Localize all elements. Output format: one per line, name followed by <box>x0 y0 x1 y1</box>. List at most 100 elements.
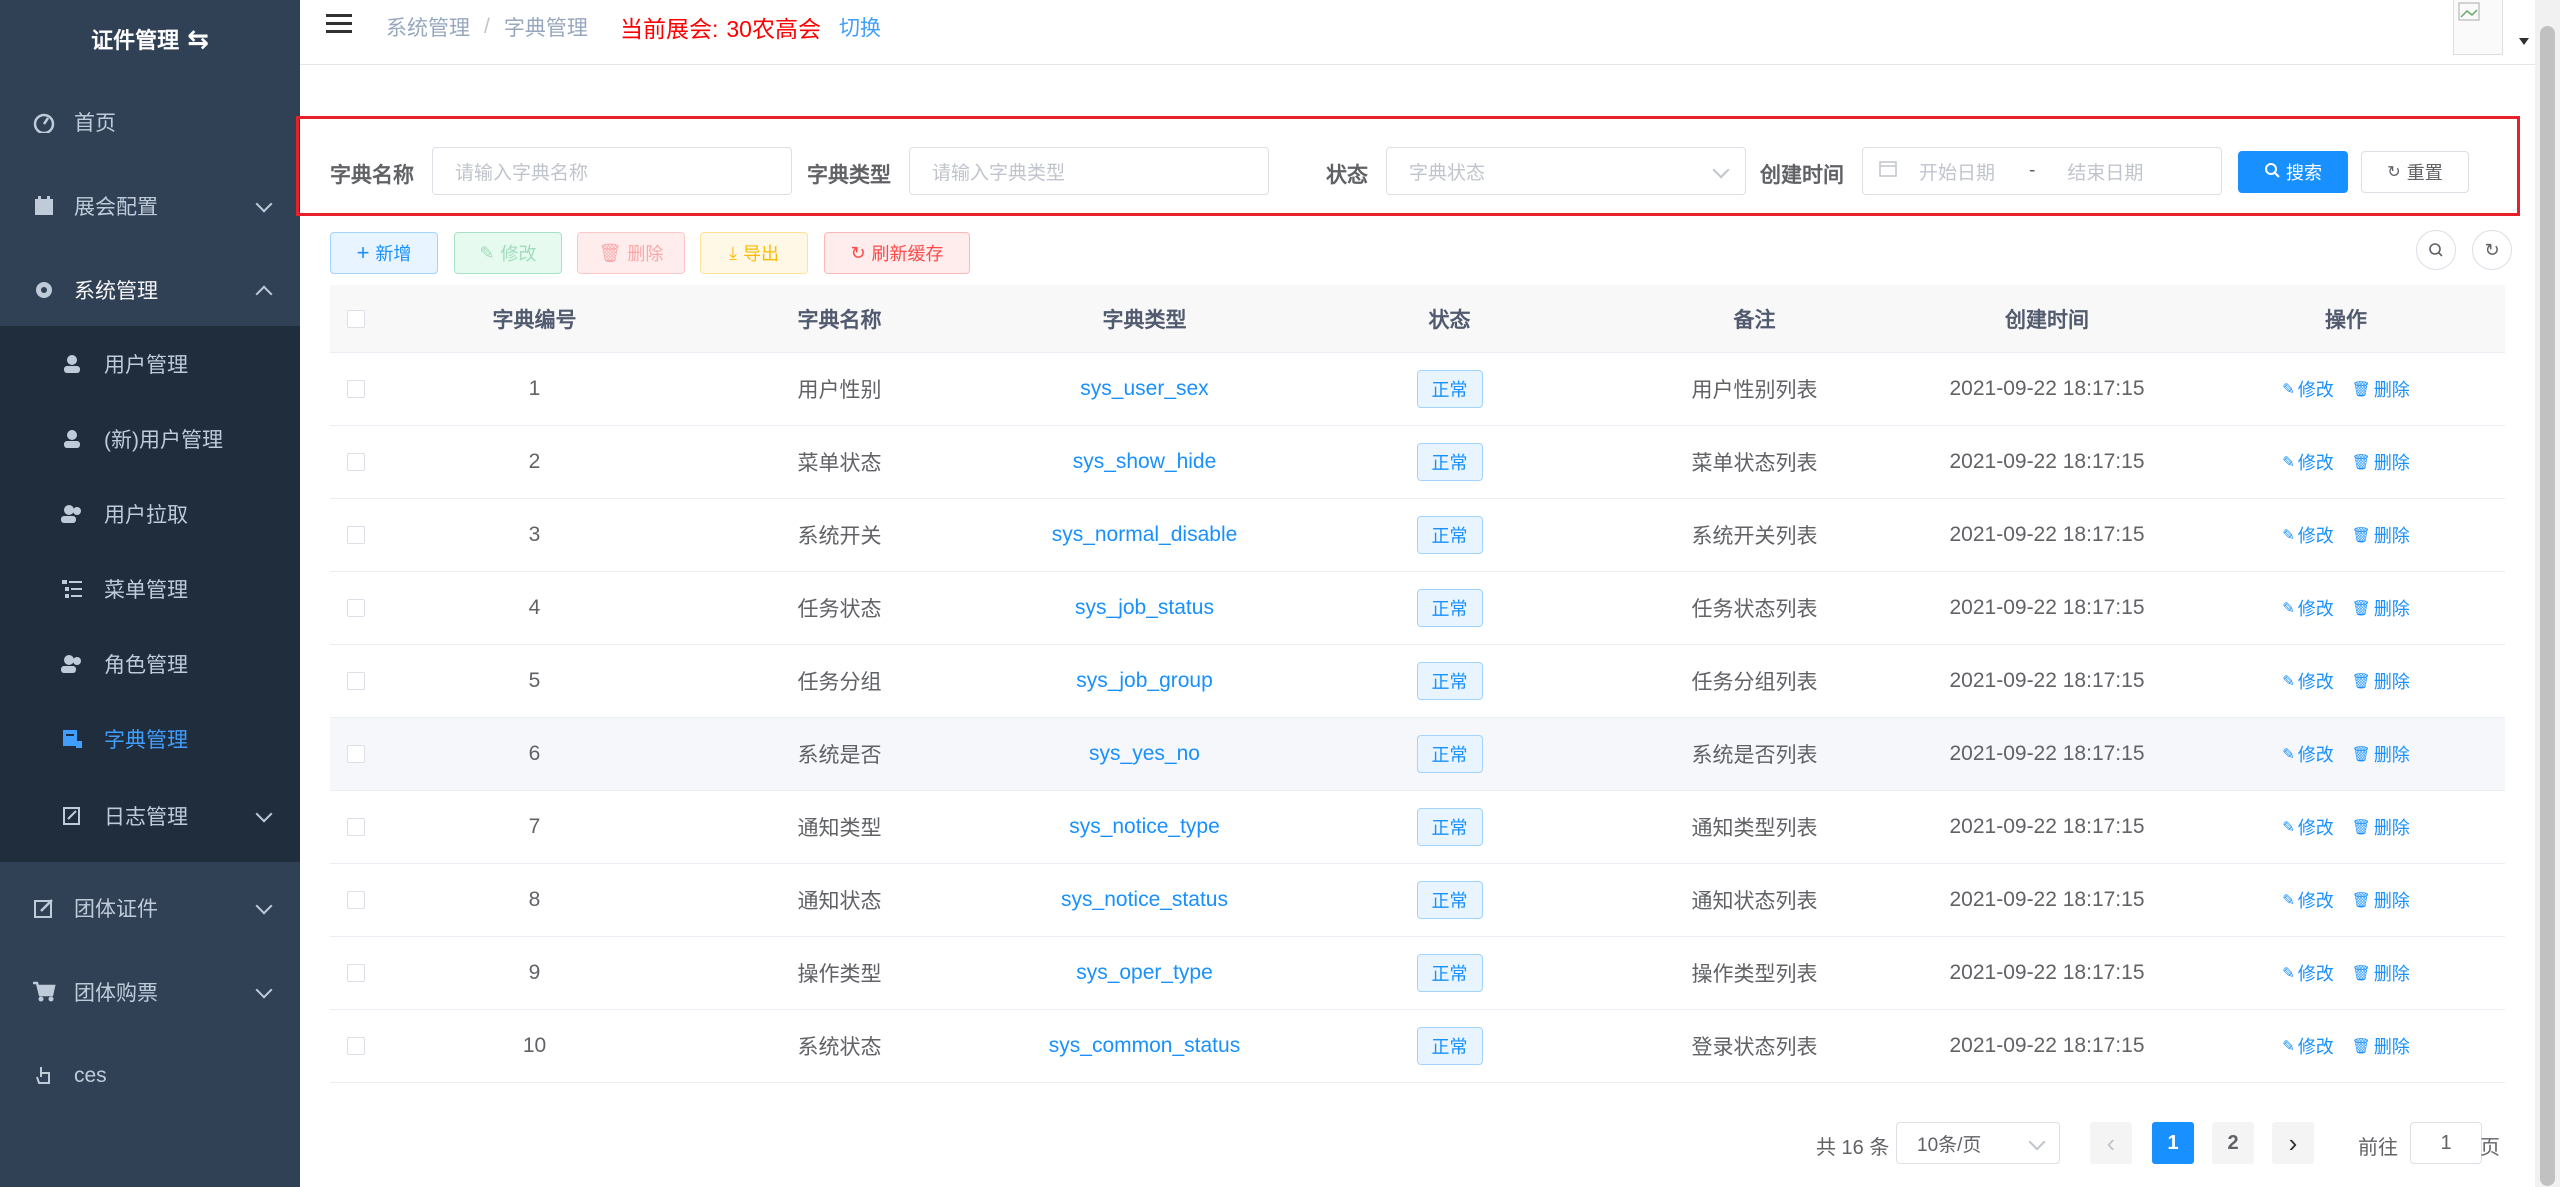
sidebar-item-user-mgmt[interactable]: 用户管理 <box>0 326 300 401</box>
row-edit-button[interactable]: ✎ 修改 <box>2282 887 2334 913</box>
row-delete-button[interactable]: 🗑 删除 <box>2352 814 2410 840</box>
row-checkbox[interactable] <box>347 526 365 544</box>
table-row[interactable]: 1 用户性别 sys_user_sex 正常 用户性别列表 2021-09-22 18:1… <box>330 353 2505 426</box>
dict-type-link[interactable]: sys_notice_status <box>1061 888 1228 912</box>
row-edit-button[interactable]: ✎ 修改 <box>2282 376 2334 402</box>
edit-button[interactable]: ✎ 修改 <box>454 232 562 274</box>
dict-type-link[interactable]: sys_common_status <box>1049 1034 1240 1058</box>
row-actions: ✎ 修改 🗑 删除 <box>2282 960 2410 986</box>
next-page-button[interactable]: › <box>2272 1122 2314 1164</box>
scrollbar-thumb[interactable] <box>2540 26 2555 1186</box>
sidebar-item-menu-mgmt[interactable]: 菜单管理 <box>0 551 300 626</box>
sidebar-title[interactable]: 证件管理 ⇆ <box>0 0 300 78</box>
row-checkbox[interactable] <box>347 745 365 763</box>
row-delete-button[interactable]: 🗑 删除 <box>2352 887 2410 913</box>
date-range-picker[interactable]: 开始日期 - 结束日期 <box>1862 147 2222 195</box>
column-header[interactable]: 创建时间 <box>1907 285 2187 352</box>
table-row[interactable]: 9 操作类型 sys_oper_type 正常 操作类型列表 2021-09-22 18:… <box>330 937 2505 1010</box>
table-row[interactable]: 5 任务分组 sys_job_group 正常 任务分组列表 2021-09-22 18:… <box>330 645 2505 718</box>
row-checkbox[interactable] <box>347 818 365 836</box>
refresh-table-button[interactable]: ↻ <box>2472 230 2512 270</box>
dict-type-link[interactable]: sys_show_hide <box>1073 450 1217 474</box>
column-header[interactable]: 字典编号 <box>382 285 687 352</box>
dict-type-link[interactable]: sys_notice_type <box>1069 815 1220 839</box>
prev-page-button[interactable]: ‹ <box>2090 1122 2132 1164</box>
export-button[interactable]: ⤓ 导出 <box>700 232 808 274</box>
row-edit-button[interactable]: ✎ 修改 <box>2282 668 2334 694</box>
dict-name-input[interactable]: 请输入字典名称 <box>432 147 792 195</box>
sidebar-item-group-cert[interactable]: 团体证件 <box>0 866 300 950</box>
column-header[interactable]: 状态 <box>1297 285 1602 352</box>
dict-type-link[interactable]: sys_yes_no <box>1089 742 1200 766</box>
select-all-checkbox[interactable] <box>347 309 365 328</box>
end-date-placeholder[interactable]: 结束日期 <box>2067 158 2143 185</box>
row-edit-button[interactable]: ✎ 修改 <box>2282 814 2334 840</box>
table-row[interactable]: 7 通知类型 sys_notice_type 正常 通知类型列表 2021-09-22 1… <box>330 791 2505 864</box>
sidebar-item-user-pull[interactable]: 用户拉取 <box>0 476 300 551</box>
table-row[interactable]: 10 系统状态 sys_common_status 正常 登录状态列表 2021-09-2… <box>330 1010 2505 1083</box>
row-delete-button[interactable]: 🗑 删除 <box>2352 595 2410 621</box>
dict-type-link[interactable]: sys_oper_type <box>1076 961 1213 985</box>
row-checkbox[interactable] <box>347 672 365 690</box>
table-row[interactable]: 6 系统是否 sys_yes_no 正常 系统是否列表 2021-09-22 18:17:… <box>330 718 2505 791</box>
row-edit-button[interactable]: ✎ 修改 <box>2282 449 2334 475</box>
row-edit-button[interactable]: ✎ 修改 <box>2282 595 2334 621</box>
status-select[interactable]: 字典状态 <box>1386 147 1746 195</box>
dict-type-input[interactable]: 请输入字典类型 <box>909 147 1269 195</box>
reset-button[interactable]: ↻ 重置 <box>2361 151 2469 193</box>
page-size-select[interactable]: 10条/页 <box>1896 1122 2060 1164</box>
column-header[interactable]: 备注 <box>1602 285 1907 352</box>
dict-type-link[interactable]: sys_job_group <box>1076 669 1213 693</box>
row-edit-button[interactable]: ✎ 修改 <box>2282 1033 2334 1059</box>
row-delete-button[interactable]: 🗑 删除 <box>2352 376 2410 402</box>
delete-button[interactable]: 🗑 删除 <box>577 232 685 274</box>
search-button[interactable]: 搜索 <box>2238 151 2348 193</box>
sidebar-item-role-mgmt[interactable]: 角色管理 <box>0 626 300 701</box>
row-checkbox[interactable] <box>347 891 365 909</box>
page-button-2[interactable]: 2 <box>2212 1122 2254 1164</box>
sidebar-item-new-user-mgmt[interactable]: (新)用户管理 <box>0 401 300 476</box>
start-date-placeholder[interactable]: 开始日期 <box>1919 158 2019 185</box>
sidebar-item-dict-mgmt[interactable]: 字典管理 <box>0 701 300 776</box>
table-row[interactable]: 2 菜单状态 sys_show_hide 正常 菜单状态列表 2021-09-22 18:… <box>330 426 2505 499</box>
switch-arrows-icon[interactable]: ⇆ <box>187 24 209 55</box>
hamburger-icon[interactable] <box>326 14 352 38</box>
row-delete-button[interactable]: 🗑 删除 <box>2352 960 2410 986</box>
sidebar-item-home[interactable]: 首页 <box>0 80 300 164</box>
row-delete-button[interactable]: 🗑 删除 <box>2352 449 2410 475</box>
add-button[interactable]: + 新增 <box>330 232 438 274</box>
page-button-1[interactable]: 1 <box>2152 1122 2194 1164</box>
row-checkbox[interactable] <box>347 380 365 398</box>
avatar[interactable] <box>2453 0 2503 55</box>
row-edit-button[interactable]: ✎ 修改 <box>2282 960 2334 986</box>
caret-down-icon[interactable] <box>2519 38 2529 45</box>
row-checkbox[interactable] <box>347 453 365 471</box>
sidebar-item-ces[interactable]: ces <box>0 1034 300 1118</box>
row-edit-button[interactable]: ✎ 修改 <box>2282 522 2334 548</box>
dict-type-link[interactable]: sys_job_status <box>1075 596 1214 620</box>
dict-type-link[interactable]: sys_normal_disable <box>1052 523 1238 547</box>
refresh-cache-button[interactable]: ↻ 刷新缓存 <box>824 232 970 274</box>
sidebar-item-system[interactable]: 系统管理 <box>0 248 300 332</box>
dict-type-link[interactable]: sys_user_sex <box>1080 377 1208 401</box>
row-checkbox[interactable] <box>347 964 365 982</box>
column-header[interactable]: 字典类型 <box>992 285 1297 352</box>
column-header[interactable]: 字典名称 <box>687 285 992 352</box>
switch-expo-link[interactable]: 切换 <box>839 12 881 42</box>
table-row[interactable]: 4 任务状态 sys_job_status 正常 任务状态列表 2021-09-22 18… <box>330 572 2505 645</box>
row-delete-button[interactable]: 🗑 删除 <box>2352 741 2410 767</box>
breadcrumb-item[interactable]: 系统管理 <box>386 12 470 42</box>
row-edit-button[interactable]: ✎ 修改 <box>2282 741 2334 767</box>
goto-page-input[interactable]: 1 <box>2410 1122 2482 1164</box>
sidebar-item-group-ticket[interactable]: 团体购票 <box>0 950 300 1034</box>
sidebar-item-expo-config[interactable]: 展会配置 <box>0 164 300 248</box>
sidebar-item-log-mgmt[interactable]: 日志管理 <box>0 778 300 853</box>
row-delete-button[interactable]: 🗑 删除 <box>2352 1033 2410 1059</box>
toggle-search-button[interactable] <box>2416 230 2456 270</box>
row-checkbox[interactable] <box>347 599 365 617</box>
table-row[interactable]: 3 系统开关 sys_normal_disable 正常 系统开关列表 2021-09-2… <box>330 499 2505 572</box>
row-delete-button[interactable]: 🗑 删除 <box>2352 668 2410 694</box>
row-checkbox[interactable] <box>347 1037 365 1055</box>
row-delete-button[interactable]: 🗑 删除 <box>2352 522 2410 548</box>
table-row[interactable]: 8 通知状态 sys_notice_status 正常 通知状态列表 2021-09-22… <box>330 864 2505 937</box>
